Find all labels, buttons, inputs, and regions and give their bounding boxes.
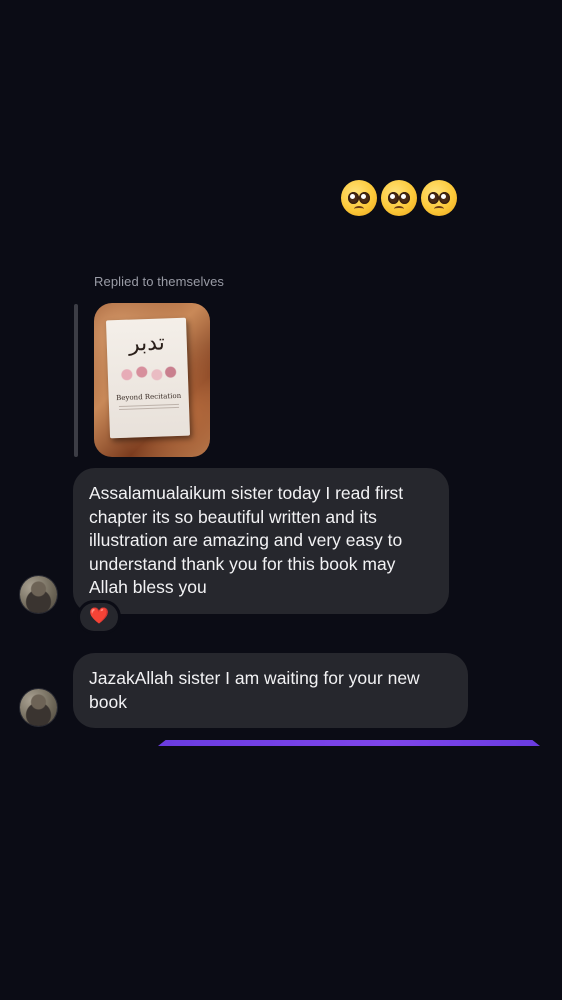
book-cover: تدبر Beyond Recitation [105,317,191,439]
pleading-face-emoji-icon [421,180,457,216]
reply-context-label: Replied to themselves [94,274,224,289]
pleading-emoji-message[interactable] [341,180,457,216]
book-tagline-lines [118,403,179,408]
chat-screen: Replied to themselves تدبر Beyond Recita… [0,0,562,1000]
pleading-face-emoji-icon [341,180,377,216]
user-avatar[interactable] [20,689,57,726]
message-text: Assalamualaikum sister today I read firs… [89,483,404,597]
pleading-face-emoji-icon [381,180,417,216]
floral-illustration [117,361,179,387]
replied-book-image[interactable]: تدبر Beyond Recitation [94,303,210,457]
message-bubble[interactable]: JazakAllah sister I am waiting for your … [73,653,468,728]
user-avatar[interactable] [20,576,57,613]
book-subtitle: Beyond Recitation [116,391,182,403]
message-input-edge [158,740,540,746]
message-bubble[interactable]: Assalamualaikum sister today I read firs… [73,468,449,614]
reply-indicator-bar [74,304,78,457]
message-text: JazakAllah sister I am waiting for your … [89,668,420,712]
heart-reaction-icon[interactable]: ❤️ [80,603,118,631]
book-title-glyph: تدبر [128,330,166,357]
